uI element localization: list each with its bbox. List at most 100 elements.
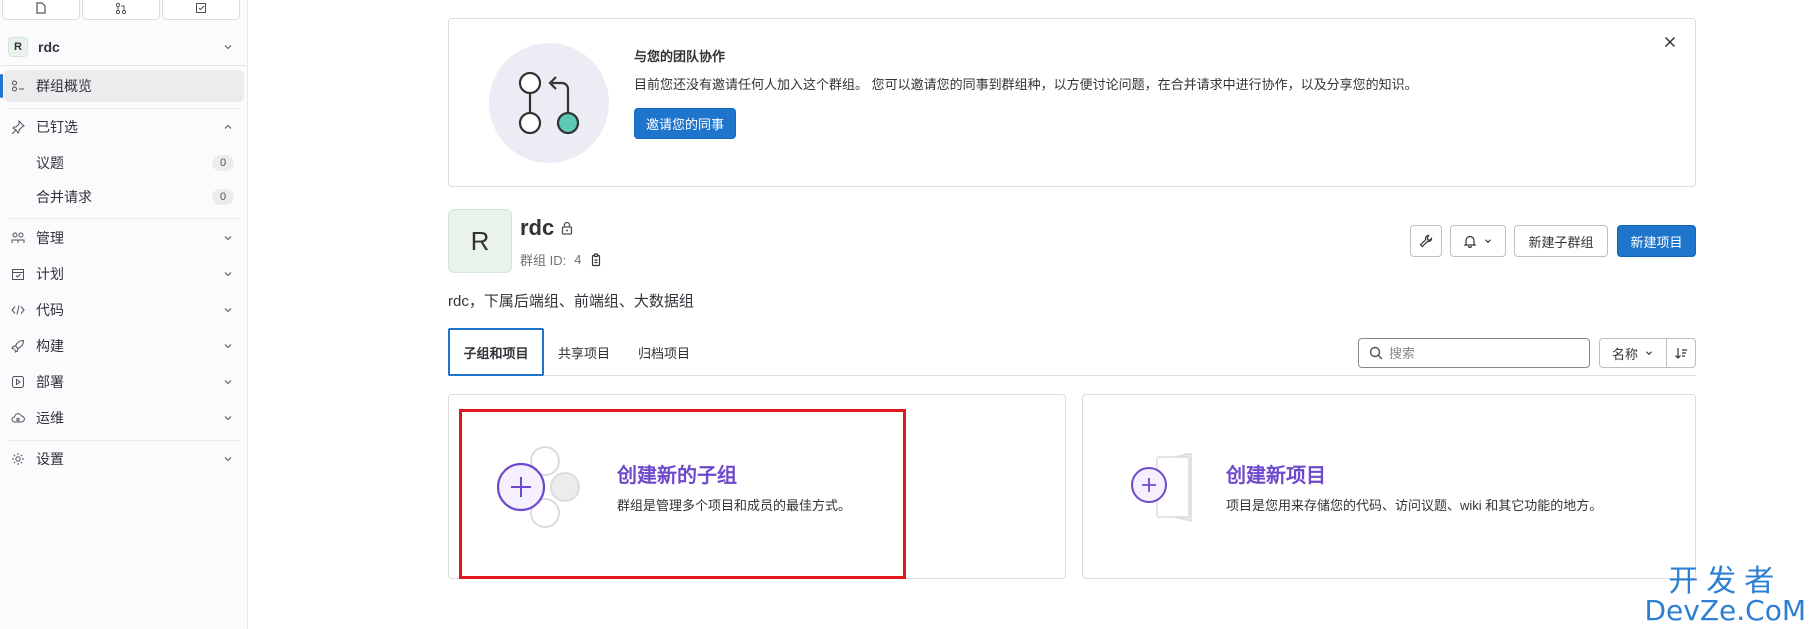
lock-icon [562,221,573,235]
sidebar-item-label: 构建 [36,338,64,354]
create-subgroup-card[interactable]: 创建新的子组 群组是管理多个项目和成员的最佳方式。 [448,394,1066,579]
group-avatar: R [448,209,512,273]
chevron-down-icon [224,272,232,277]
bell-icon [1463,235,1477,248]
new-subgroup-button[interactable]: 新建子群组 [1514,225,1608,257]
sidebar-item-label: 群组概览 [36,78,92,94]
sidebar-section-manage[interactable]: 管理 [4,222,244,254]
sidebar-item-label: 计划 [36,266,64,282]
create-subgroup-title: 创建新的子组 [617,465,737,487]
notification-dropdown[interactable] [1450,225,1506,257]
create-project-description: 项目是您用来存储您的代码、访问议题、wiki 和其它功能的地方。 [1226,498,1603,513]
sidebar-item-label: 议题 [36,155,64,171]
chevron-down-icon [224,344,232,349]
tab-shared-projects[interactable]: 共享项目 [544,328,624,376]
tab-subgroups-and-projects[interactable]: 子组和项目 [448,328,544,376]
sidebar: R rdc 群组概览 已钉选 议题 0 合并请求 0 管理 计划 代码 构建 部… [0,0,248,629]
close-icon [1664,36,1676,48]
group-context-name: rdc [38,38,60,55]
banner-description: 目前您还没有邀请任何人加入这个群组。 您可以邀请您的同事到群组种，以方便讨论问题… [634,77,1418,92]
chevron-down-icon [1646,351,1652,356]
sidebar-divider [8,218,240,219]
watermark-english: DevZe.CoM [1644,594,1806,627]
chevron-down-icon [224,416,232,421]
group-context-avatar: R [8,36,28,57]
group-name: rdc [520,215,555,240]
thumbtack-icon [10,119,26,135]
sidebar-item-label: 部署 [36,374,64,390]
issues-icon [36,2,46,14]
project-illustration-icon [1131,453,1192,522]
close-banner-button[interactable] [1661,33,1679,51]
group-id-label: 群组 ID: [520,253,567,268]
todo-icon [196,3,206,13]
cloud-icon [10,410,26,426]
settings-button[interactable] [1410,225,1442,257]
sidebar-section-build[interactable]: 构建 [4,330,244,362]
create-subgroup-description: 群组是管理多个项目和成员的最佳方式。 [617,498,852,513]
sidebar-section-operate[interactable]: 运维 [4,402,244,434]
site-watermark: 开发者 DevZe.CoM [1644,567,1806,625]
sidebar-item-label: 设置 [36,451,64,467]
group-title: rdc [520,215,574,241]
group-id-value: 4 [574,252,582,267]
subgroup-illustration-icon [497,446,580,528]
todos-shortcut-button[interactable] [162,0,240,20]
merge-requests-shortcut-button[interactable] [82,0,160,20]
create-project-card[interactable]: 创建新项目 项目是您用来存储您的代码、访问议题、wiki 和其它功能的地方。 [1082,394,1696,579]
sidebar-section-code[interactable]: 代码 [4,294,244,326]
merge-requests-count-badge: 0 [212,189,234,205]
sidebar-item-merge-requests[interactable]: 合并请求 0 [4,181,244,213]
chevron-down-icon [1485,239,1491,244]
issues-shortcut-button[interactable] [2,0,80,20]
wrench-icon [1419,234,1433,248]
sidebar-item-issues[interactable]: 议题 0 [4,147,244,179]
banner-title: 与您的团队协作 [634,49,726,64]
chevron-down-icon [224,457,232,462]
merge-illustration-icon [518,71,580,135]
sidebar-item-label: 已钉选 [36,119,78,135]
search-box [1358,338,1590,368]
sort-direction-button[interactable] [1667,339,1695,367]
copy-icon[interactable] [589,252,603,267]
watermark-chinese: 开发者 [1668,564,1783,599]
group-icon [10,78,26,94]
rocket-icon [10,338,26,354]
chevron-down-icon [224,236,232,241]
sidebar-section-plan[interactable]: 计划 [4,258,244,290]
group-context-switcher[interactable]: R rdc [0,28,248,66]
code-icon [10,302,26,318]
chevron-down-icon [224,380,232,385]
sidebar-item-label: 运维 [36,410,64,426]
group-id: 群组 ID: 4 [520,250,603,269]
invite-members-banner: 与您的团队协作 目前您还没有邀请任何人加入这个群组。 您可以邀请您的同事到群组种… [448,18,1696,187]
merge-request-icon [115,2,127,14]
sidebar-divider [8,108,240,109]
deploy-icon [10,374,26,390]
sidebar-item-group-overview[interactable]: 群组概览 [0,70,244,102]
collaboration-illustration [489,43,609,163]
create-project-title: 创建新项目 [1226,465,1326,487]
sidebar-item-label: 代码 [36,302,64,318]
sidebar-section-pinned[interactable]: 已钉选 [4,111,244,143]
new-project-button[interactable]: 新建项目 [1617,225,1696,257]
sidebar-item-label: 合并请求 [36,189,92,205]
sidebar-item-label: 管理 [36,230,64,246]
sort-lowest-icon [1675,348,1687,359]
chevron-up-icon [224,124,232,129]
search-icon [1369,346,1383,360]
invite-colleagues-button[interactable]: 邀请您的同事 [634,108,737,139]
sidebar-section-deploy[interactable]: 部署 [4,366,244,398]
sidebar-top-icons [0,0,248,22]
chevron-down-icon [224,308,232,313]
tab-archived-projects[interactable]: 归档项目 [624,328,704,376]
search-input[interactable] [1389,345,1579,361]
issues-count-badge: 0 [212,155,234,171]
users-icon [10,230,26,246]
group-description: rdc，下属后端组、前端组、大数据组 [448,293,694,310]
sort-field-label: 名称 [1611,346,1638,362]
sort-field-dropdown[interactable]: 名称 [1600,339,1667,367]
sort-controls: 名称 [1599,338,1696,368]
sidebar-section-settings[interactable]: 设置 [4,443,244,475]
calendar-icon [10,266,26,282]
